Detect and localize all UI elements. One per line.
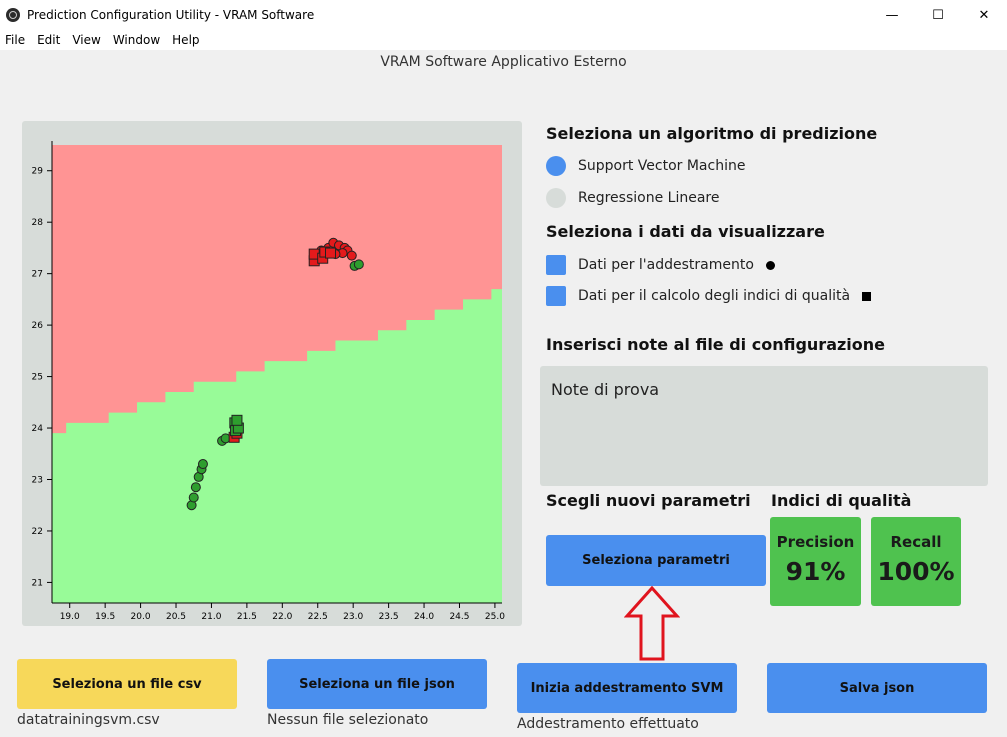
radio-selected-icon[interactable] [546,156,566,176]
up-arrow-annotation-icon [624,586,680,661]
select-json-button[interactable]: Seleziona un file json [267,659,487,709]
x-tick-label: 20.0 [131,612,151,622]
csv-status: datatrainingsvm.csv [17,712,160,728]
svm-scatter-chart: 19.0 19.5 20.0 20.5 21.0 21.5 22.0 22.5 23.0 23.5… [32,141,505,622]
green-quality-point [231,414,243,426]
x-tick-label: 24.0 [414,612,434,622]
x-tick-label: 22.5 [308,612,328,622]
precision-card: Precision 91% [770,517,861,606]
y-tick-label: 25 [32,373,43,383]
menu-file[interactable]: File [5,33,25,47]
notes-title: Inserisci note al file di configurazione [546,335,886,354]
quality-title: Indici di qualità [771,491,912,510]
menu-edit[interactable]: Edit [37,33,60,47]
window-title: Prediction Configuration Utility - VRAM … [27,8,315,22]
x-tick-label: 21.5 [237,612,257,622]
main-content: VRAM Software Applicativo Esterno 19.0 19… [0,50,1007,737]
menu-bar: File Edit View Window Help [0,30,1007,50]
y-tick-label: 23 [32,475,43,485]
x-tick-label: 20.5 [166,612,186,622]
precision-label: Precision [776,533,855,551]
checkbox-checked-icon[interactable] [546,286,566,306]
chart-panel: 19.0 19.5 20.0 20.5 21.0 21.5 22.0 22.5 23.0 23.5… [22,121,522,626]
recall-card: Recall 100% [871,517,961,606]
close-button[interactable]: ✕ [961,0,1007,30]
x-tick-label: 21.0 [201,612,221,622]
title-bar: Prediction Configuration Utility - VRAM … [0,0,1007,30]
green-training-point [188,492,199,503]
checkbox-quality-label: Dati per il calcolo degli indici di qual… [578,288,851,304]
green-training-point [353,259,364,270]
save-json-button[interactable]: Salva json [767,663,987,713]
start-training-button[interactable]: Inizia addestramento SVM [517,663,737,713]
x-tick-label: 24.5 [449,612,469,622]
red-quality-point [325,247,337,259]
y-tick-label: 21 [32,578,43,588]
window-controls: — ☐ ✕ [869,0,1007,30]
training-status: Addestramento effettuato [517,716,699,732]
x-tick-label: 22.0 [272,612,292,622]
y-tick-label: 26 [32,321,44,331]
y-tick-label: 28 [32,218,44,228]
square-marker-icon [862,291,872,301]
radio-svm[interactable]: Support Vector Machine [546,156,745,176]
data-selection-title: Seleziona i dati da visualizzare [546,222,825,241]
y-tick-label: 27 [32,270,43,280]
x-tick-label: 23.0 [343,612,363,622]
x-tick-label: 23.5 [379,612,399,622]
red-training-point [346,250,357,261]
notes-textarea[interactable] [540,366,988,486]
select-csv-button[interactable]: Seleziona un file csv [17,659,237,709]
checkbox-training-label: Dati per l'addestramento [578,257,754,273]
y-tick-label: 22 [32,527,43,537]
menu-view[interactable]: View [72,33,100,47]
y-tick-label: 24 [32,424,44,434]
app-header: VRAM Software Applicativo Esterno [380,54,627,70]
radio-unselected-icon[interactable] [546,188,566,208]
radio-linear-regression-label: Regressione Lineare [578,190,720,206]
x-tick-label: 19.5 [95,612,115,622]
checkbox-checked-icon[interactable] [546,255,566,275]
select-parameters-button[interactable]: Seleziona parametri [546,535,766,586]
recall-value: 100% [877,557,955,586]
json-status: Nessun file selezionato [267,712,429,728]
green-training-point [197,459,208,470]
maximize-button[interactable]: ☐ [915,0,961,30]
recall-label: Recall [890,533,942,551]
radio-linear-regression[interactable]: Regressione Lineare [546,188,719,208]
x-tick-label: 19.0 [60,612,80,622]
app-icon [6,8,20,22]
parameters-title: Scegli nuovi parametri [546,491,751,510]
menu-help[interactable]: Help [172,33,199,47]
y-tick-label: 29 [32,167,44,177]
radio-svm-label: Support Vector Machine [578,158,746,174]
precision-value: 91% [785,557,846,586]
circle-marker-icon [765,260,775,270]
algorithm-title: Seleziona un algoritmo di predizione [546,124,878,143]
green-training-point [190,482,201,493]
checkbox-quality-data[interactable]: Dati per il calcolo degli indici di qual… [546,286,872,306]
checkbox-training-data[interactable]: Dati per l'addestramento [546,255,775,275]
x-tick-label: 25.0 [485,612,505,622]
minimize-button[interactable]: — [869,0,915,30]
menu-window[interactable]: Window [113,33,160,47]
